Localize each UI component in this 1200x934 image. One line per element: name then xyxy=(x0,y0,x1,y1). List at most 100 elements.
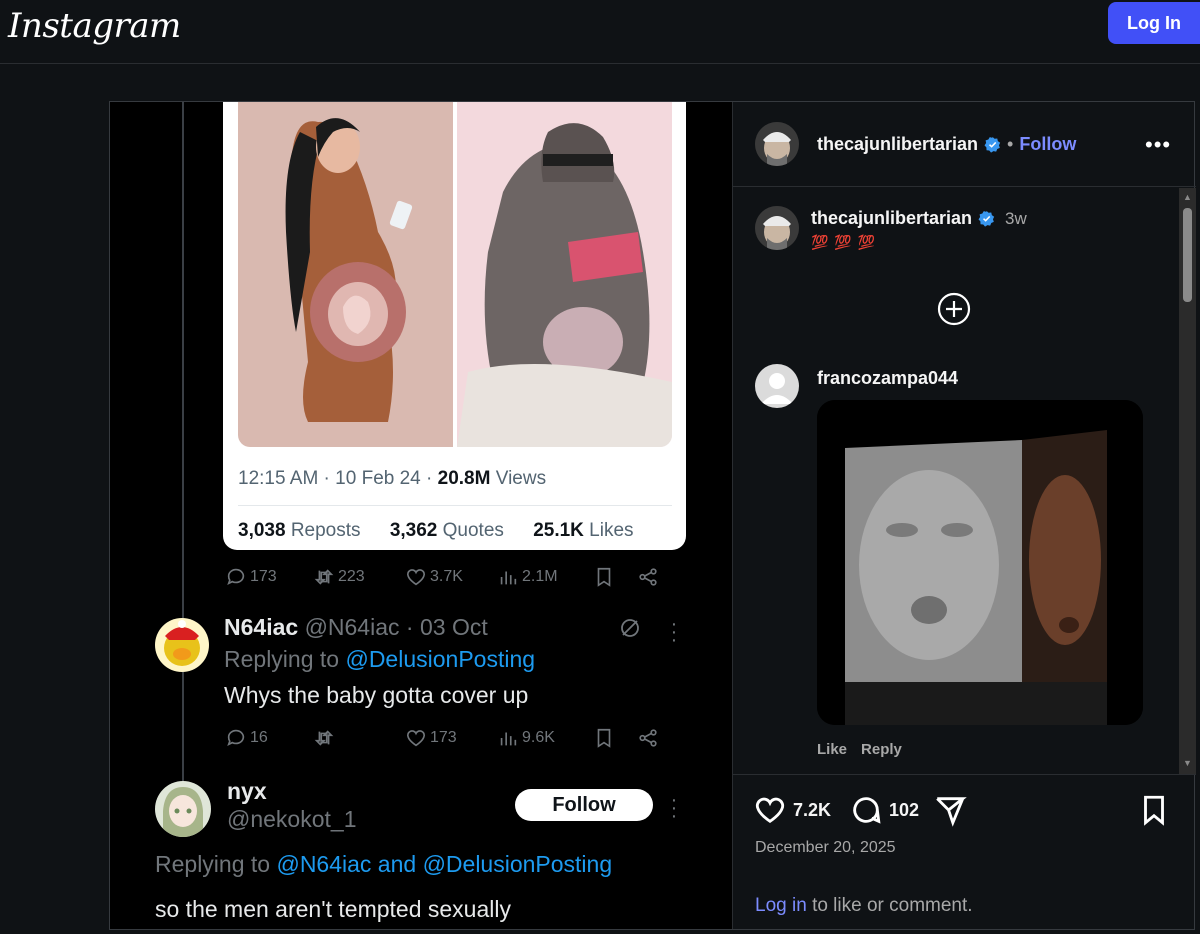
like-action: 3.7K xyxy=(405,566,497,588)
reply2-handle-line: @nekokot_1 xyxy=(227,806,357,833)
scroll-up-arrow-icon[interactable]: ▲ xyxy=(1183,192,1192,202)
reply2-avatar xyxy=(155,781,211,837)
reply1-like-action: 173 xyxy=(405,727,497,749)
login-link[interactable]: Log in xyxy=(755,895,807,916)
reply-count: 173 xyxy=(250,568,277,585)
reply2-replying-prefix: Replying to xyxy=(155,851,271,877)
save-post[interactable] xyxy=(1137,793,1171,827)
commenter-username[interactable]: francozampa044 xyxy=(817,368,958,389)
post-media[interactable]: 12:15 AM · 10 Feb 24 · 20.8M Views 3,038… xyxy=(110,102,732,929)
like-count: 3.7K xyxy=(430,568,463,585)
login-prompt-text: to like or comment. xyxy=(812,895,973,916)
tweet-time: 12:15 AM xyxy=(238,468,319,489)
reply2-more-icon: · · · xyxy=(670,789,678,827)
reply1-name: N64iac xyxy=(224,614,299,640)
reply1-share-action xyxy=(637,727,659,749)
caption-avatar[interactable] xyxy=(755,206,799,250)
caption-username[interactable]: thecajunlibertarian xyxy=(811,208,972,229)
comment-like-button[interactable]: Like xyxy=(817,741,847,758)
share-icon xyxy=(639,568,657,586)
repost-icon xyxy=(314,569,334,585)
reply1-replying-prefix: Replying to xyxy=(224,646,340,672)
commenter-avatar[interactable] xyxy=(755,364,799,408)
reply1-like-count: 173 xyxy=(430,729,457,746)
follow-separator: • xyxy=(1007,134,1014,154)
tweet-card: 12:15 AM · 10 Feb 24 · 20.8M Views 3,038… xyxy=(223,102,686,550)
post-modal: 12:15 AM · 10 Feb 24 · 20.8M Views 3,038… xyxy=(109,101,1196,930)
follow-button[interactable]: Follow xyxy=(1019,134,1076,155)
reply2-follow-button[interactable]: Follow xyxy=(515,789,653,821)
heart-icon xyxy=(755,797,785,824)
reply1-handle: @N64iac xyxy=(304,614,400,640)
comments-scrollbar[interactable]: ▲ ▼ xyxy=(1179,188,1196,774)
quotes-count: 3,362 xyxy=(389,520,438,541)
reply1-views-action: 9.6K xyxy=(497,727,593,749)
reply-action: 173 xyxy=(225,566,313,588)
reply1-reply-count: 16 xyxy=(250,729,268,746)
tweet-views-count: 20.8M xyxy=(437,468,491,489)
reply1-reply-action: 16 xyxy=(225,727,313,749)
tweet-meta: 12:15 AM · 10 Feb 24 · 20.8M Views xyxy=(238,468,547,489)
reply1-replying: Replying to @DelusionPosting xyxy=(224,646,535,673)
caption-text: 💯 💯 💯 xyxy=(811,234,877,250)
comment-icon xyxy=(853,797,881,824)
login-button[interactable]: Log In xyxy=(1108,2,1200,44)
grok-icon xyxy=(621,619,639,637)
scroll-thumb[interactable] xyxy=(1183,208,1192,302)
author-avatar[interactable] xyxy=(755,122,799,166)
instagram-logo[interactable]: Instagram xyxy=(8,6,181,46)
likes-count: 25.1K xyxy=(533,520,584,541)
views-action: 2.1M xyxy=(497,566,593,588)
tweet-date: 10 Feb 24 xyxy=(335,468,421,489)
post-header: thecajunlibertarian • Follow ••• xyxy=(733,102,1196,187)
scroll-down-arrow-icon[interactable]: ▼ xyxy=(1183,758,1192,768)
post-date: December 20, 2025 xyxy=(755,839,896,856)
like-post[interactable]: 7.2K xyxy=(753,793,831,827)
reply1-text: Whys the baby gotta cover up xyxy=(224,682,529,708)
bookmark-icon xyxy=(1144,795,1164,826)
comments-list: thecajunlibertarian 3w 💯 💯 💯 francozampa… xyxy=(733,188,1179,774)
reply1-repost-action xyxy=(313,727,405,749)
repost-action: 223 xyxy=(313,566,405,588)
more-options-icon[interactable]: ••• xyxy=(1145,132,1171,158)
author-line: thecajunlibertarian • Follow xyxy=(817,134,1076,155)
verified-badge-icon xyxy=(984,136,1001,153)
heart-icon xyxy=(406,730,426,747)
post-comment-count: 102 xyxy=(889,799,920,820)
author-username[interactable]: thecajunlibertarian xyxy=(817,134,978,155)
load-more-comments-icon[interactable] xyxy=(937,292,971,326)
reply2-replying-to: @N64iac and @DelusionPosting xyxy=(276,851,613,877)
reply1-action-row: 16 173 9.6K xyxy=(225,727,659,749)
reply1-more-icon: · · · xyxy=(670,613,678,651)
quotes-label: Quotes xyxy=(442,520,504,541)
comment-actions: Like Reply xyxy=(817,741,902,758)
bookmark-action xyxy=(593,566,637,588)
comment-post[interactable]: 102 xyxy=(849,793,919,827)
reply2-text: so the men aren't tempted sexually xyxy=(155,896,511,922)
reply-avatar xyxy=(155,618,209,672)
share-icon xyxy=(639,729,657,747)
heart-icon xyxy=(406,569,426,586)
tweet-illustration xyxy=(238,102,672,447)
thread-line xyxy=(182,102,184,802)
analytics-icon xyxy=(500,571,517,585)
top-bar: Instagram Log In xyxy=(0,0,1200,64)
comment-icon xyxy=(227,568,245,586)
post-like-count: 7.2K xyxy=(793,799,832,820)
reply1-views-count: 9.6K xyxy=(522,729,555,746)
share-post[interactable] xyxy=(933,793,967,827)
comment-gif xyxy=(817,400,1143,725)
reposts-count: 3,038 xyxy=(238,520,286,541)
analytics-icon xyxy=(500,732,517,746)
comment-reply-button[interactable]: Reply xyxy=(861,741,902,758)
reply1-replying-to: @DelusionPosting xyxy=(345,646,536,672)
tweet-stats: 3,038 Reposts 3,362 Quotes 25.1K Likes xyxy=(238,520,658,542)
reply1-header: N64iac @N64iac · 03 Oct xyxy=(224,614,488,640)
login-prompt: Log in to like or comment. xyxy=(755,895,973,917)
repost-icon xyxy=(314,730,334,746)
reply1-bookmark-action xyxy=(593,727,637,749)
caption-time: 3w xyxy=(1005,208,1027,228)
reply2-name: nyx xyxy=(227,778,267,804)
tweet-views-label: Views xyxy=(495,468,547,489)
send-icon xyxy=(936,797,967,827)
